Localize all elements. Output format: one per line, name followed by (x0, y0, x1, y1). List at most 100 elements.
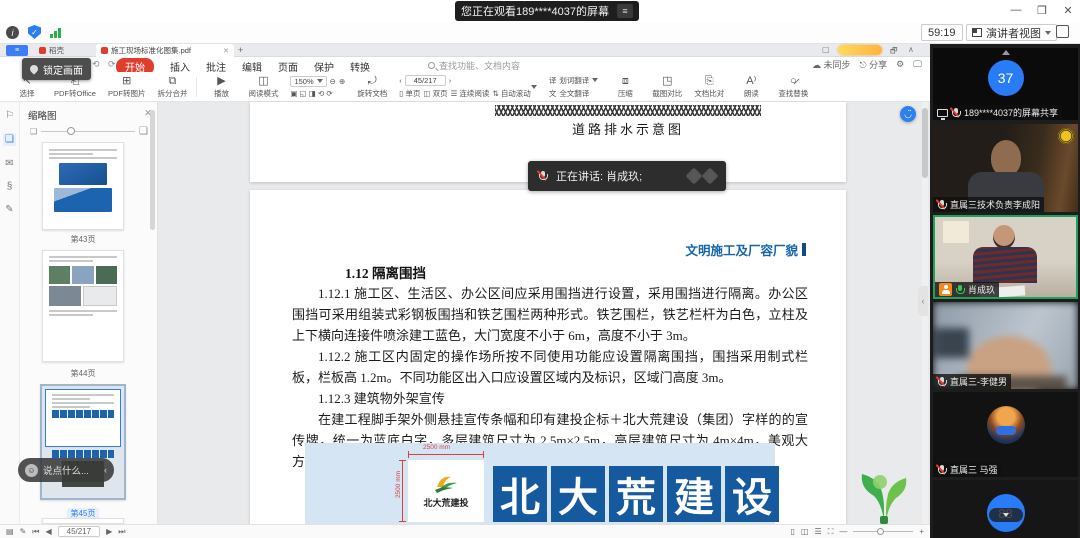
tool-find-replace[interactable]: ○̷查找替换 (778, 75, 808, 99)
fullscreen-icon[interactable] (1056, 25, 1069, 38)
tool-split-merge[interactable]: ⧉拆分合并 (157, 75, 187, 99)
banner-char: 大 (551, 466, 605, 522)
banner-menu-icon[interactable]: ≡ (617, 4, 633, 18)
dimension-width-line (408, 454, 484, 455)
member-promo-button[interactable] (838, 45, 882, 55)
thumbnail-page-45-current[interactable] (40, 384, 126, 500)
new-tab-button[interactable]: + (238, 45, 243, 55)
dimension-height-line (402, 460, 403, 522)
search-input[interactable]: 查找功能、文档内容 (428, 59, 520, 72)
fit-rotate-icons[interactable]: ▣ ◱ ◨ ⟲ ⟳ (290, 89, 345, 98)
status-zoom-in-icon[interactable]: + (919, 527, 924, 536)
prev-page-icon[interactable]: ‹ (399, 76, 402, 85)
participant-tile-maqiang[interactable]: 直属三 马强 (933, 392, 1078, 477)
statusbar-edit-icon[interactable]: ✎ (20, 527, 27, 536)
small-thumb-icon: ❏ (30, 127, 37, 136)
tool-screenshot-compare[interactable]: ◳截图对比 (652, 75, 682, 99)
message-icon[interactable]: ▢ (822, 45, 830, 54)
bookmark-icon[interactable]: ⚐ (5, 110, 14, 121)
tool-doc-compare[interactable]: ⎘文档比对 (694, 75, 724, 99)
maximize-button[interactable]: ❐ (1034, 2, 1050, 18)
close-button[interactable]: ✕ (1060, 2, 1076, 18)
tab-close-icon[interactable]: ✕ (223, 47, 229, 55)
banner-characters: 北 大 荒 建 设 (493, 466, 779, 522)
meeting-info-icon[interactable]: i (6, 26, 19, 39)
zoom-group: 150% ⊖ ⊕ ▣ ◱ ◨ ⟲ ⟳ (290, 76, 345, 98)
thumbnail-page-44[interactable] (42, 250, 124, 362)
sidebar-collapse-handle[interactable]: ‹ (918, 286, 928, 316)
wps-home-button[interactable]: ≡ (6, 45, 28, 56)
view-mode-selector[interactable]: 演讲者视图 (966, 24, 1057, 41)
participant-tile-screenshare[interactable]: 37 189****4037的屏幕共享 (933, 48, 1078, 120)
minimize-button[interactable]: — (1008, 2, 1024, 18)
chat-collapse-icon[interactable]: ‹ (104, 465, 107, 475)
zoom-out-icon[interactable]: ⊖ (330, 77, 336, 86)
next-page-icon-status[interactable]: ▶ (106, 527, 112, 536)
first-page-icon[interactable]: ⏮ (32, 527, 39, 537)
autoscroll-button[interactable]: ⇅ 自动滚动 (492, 88, 536, 99)
split-merge-icon: ⧉ (169, 75, 177, 88)
tool-read-mode[interactable]: ◫阅读模式 (248, 75, 278, 99)
emoji-icon[interactable]: ☺ (25, 464, 38, 477)
screen-share-icon (937, 109, 948, 117)
layout-icon (972, 28, 982, 37)
signature-icon[interactable]: ✎ (5, 204, 13, 215)
attachments-icon[interactable]: § (7, 181, 13, 192)
tool-rotate-doc[interactable]: ⤾旋转文档 (357, 75, 387, 99)
participant-name: 直属三技术负责李成阳 (950, 198, 1040, 211)
scroll-up-icon[interactable] (1002, 50, 1010, 55)
chat-input-placeholder[interactable]: 说点什么... (43, 463, 89, 477)
status-page-indicator[interactable]: 45/217 (58, 526, 100, 537)
view-fullscreen-icon[interactable]: ⛶ (828, 527, 834, 537)
ribbon-page-indicator[interactable]: 45/217 (405, 75, 446, 86)
word-translate-button[interactable]: 译 划词翻译 (549, 75, 599, 86)
thumbnail-size-slider[interactable]: ❏ ❏ (30, 126, 148, 137)
slider-knob[interactable] (67, 127, 75, 135)
participant-tile-licheng-yang[interactable]: 直属三技术负责李成阳 (933, 124, 1078, 212)
thumbnail-page-43[interactable] (42, 142, 124, 230)
zoom-in-icon[interactable]: ⊕ (339, 77, 345, 86)
view-continuous-icon[interactable]: ☰ (815, 527, 822, 536)
statusbar-annotate-icon[interactable]: ▤ (6, 527, 14, 536)
tool-compress[interactable]: ⧈压缩 (610, 75, 640, 99)
comments-icon[interactable]: ✉ (5, 158, 13, 169)
collapse-icon[interactable]: ∧ (908, 45, 914, 54)
view-single-icon[interactable]: ▯ (791, 527, 795, 536)
single-page-button[interactable]: ▯ 单页 (399, 88, 420, 99)
display-icon[interactable]: 🖵 (913, 59, 922, 70)
banner-char: 建 (667, 466, 721, 522)
full-translate-button[interactable]: 文 全文翻译 (549, 88, 599, 99)
tab-docer[interactable]: 稻壳 (34, 45, 69, 56)
last-page-icon[interactable]: ⏭ (118, 527, 125, 537)
tool-play[interactable]: ▶播放 (206, 75, 236, 99)
view-double-icon[interactable]: ◫ (801, 527, 809, 536)
ai-assistant-button[interactable]: ◡̈ (900, 106, 916, 122)
zoom-level-select[interactable]: 150% (290, 76, 326, 87)
status-zoom-out-icon[interactable]: — (839, 527, 847, 536)
thumbnail-scrollbar[interactable] (150, 110, 155, 230)
participant-tile-xiaochengjiu-active[interactable]: 肖成玖 (933, 215, 1078, 299)
continuous-button[interactable]: ☰ 连续阅读 (451, 88, 490, 99)
status-zoom-slider[interactable] (853, 531, 913, 532)
sync-status[interactable]: ☁ 未同步 (812, 58, 851, 71)
chat-quick-bar[interactable]: ☺ 说点什么... ‹ (18, 458, 114, 482)
mic-muted-icon (937, 199, 947, 211)
settings-gear-icon[interactable]: ⚙ (896, 59, 904, 70)
image-icon: ⊞ (122, 75, 131, 88)
tool-read-aloud[interactable]: A⁾朗读 (736, 75, 766, 99)
next-page-icon[interactable]: › (449, 76, 452, 85)
prev-page-icon-status[interactable]: ◀ (45, 527, 51, 536)
chevron-down-icon (1045, 31, 1051, 35)
tab-document[interactable]: 施工现场标准化图集.pdf ✕ (96, 44, 234, 57)
lock-screen-tooltip-text: 锁定画面 (43, 62, 83, 77)
magnifier-icon: ○̷ (790, 75, 797, 88)
double-page-button[interactable]: ◫ 双页 (423, 88, 447, 99)
participant-tile-partial[interactable]: 88 (933, 480, 1078, 538)
tool-pdf-to-image[interactable]: ⊞PDF转图片 (108, 75, 146, 99)
scroll-down-button[interactable] (989, 508, 1023, 522)
share-button[interactable]: ⎋ 分享 (860, 58, 888, 71)
participant-tile-lijiannan[interactable]: 直属三-李健男 (933, 302, 1078, 389)
participant-label: 直属三-李健男 (933, 374, 1011, 389)
thumbnails-icon[interactable]: ❏ (3, 133, 16, 146)
network-signal-icon[interactable] (50, 27, 61, 38)
